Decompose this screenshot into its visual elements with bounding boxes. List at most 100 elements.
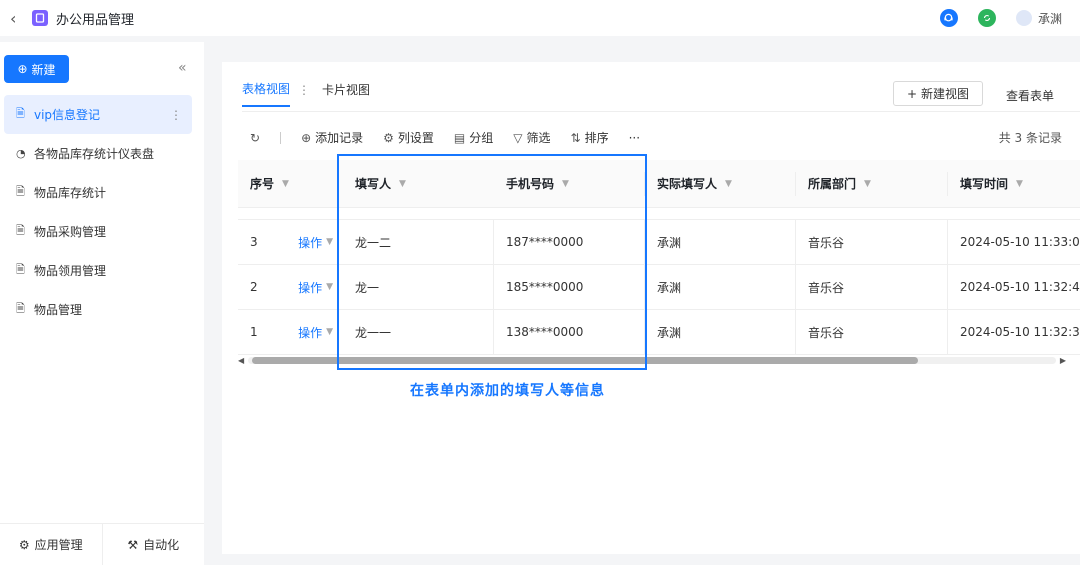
tab-table-view[interactable]: 表格视图 [242,80,291,107]
chevron-down-icon: ▼ [326,327,333,337]
sidebar-item-label: 各物品库存统计仪表盘 [34,147,155,161]
gear-icon: ⚙ [18,537,30,552]
column-header-label: 实际填写人 [657,177,718,191]
automation-label: 自动化 [143,538,180,552]
time-cell[interactable]: 2024-05-10 11:32:31 [948,310,1080,355]
seq-number: 3 [250,235,258,249]
sidebar: ⊕ 新建 « 🗎 vip信息登记 ⋮ ◔ 各物品库存统计仪表盘 🗎 物品库存统计… [0,42,204,565]
view-tabs: 表格视图 ⋮ 卡片视图 [242,80,370,107]
sidebar-item-label: 物品库存统计 [34,186,107,200]
seq-number: 2 [250,280,258,294]
divider [242,111,1080,112]
action-menu[interactable]: 操作 ▼ [298,234,333,251]
sidebar-footer: ⚙ 应用管理 ⚒ 自动化 [0,523,204,565]
action-menu[interactable]: 操作 ▼ [298,324,333,341]
refresh-icon: ↻ [250,130,261,145]
scroll-left-icon[interactable]: ◀ [238,356,248,365]
view-form-link[interactable]: 查看表单 [1006,87,1054,104]
chevron-down-icon: ▼ [1016,178,1023,189]
column-header-department[interactable]: 所属部门 ▼ [796,160,948,208]
chevron-down-icon: ▼ [326,237,333,247]
highlight-box [337,154,647,370]
column-header-time[interactable]: 填写时间 ▼ [948,160,1080,208]
column-header-actual-filler[interactable]: 实际填写人 ▼ [645,160,796,208]
sidebar-item-label: 物品领用管理 [34,264,107,278]
dashboard-icon: ◔ [16,147,26,160]
column-settings-button[interactable]: ⚙ 列设置 [383,129,434,146]
sidebar-item-label: 物品采购管理 [34,225,107,239]
divider [280,131,282,144]
sync-icon[interactable] [977,9,996,27]
sidebar-item-label: vip信息登记 [34,108,101,122]
new-button-label: 新建 [31,62,56,77]
actual-filler-cell[interactable]: 承渊 [645,219,796,265]
group-button[interactable]: ▤ 分组 [454,129,493,146]
sidebar-item-inventory[interactable]: 🗎 物品库存统计 [4,173,192,212]
tab-card-view[interactable]: 卡片视图 [322,81,370,106]
form-icon: 🗎 [16,107,25,120]
seq-cell: 2 操作 ▼ [238,265,343,310]
help-icon[interactable] [939,9,958,27]
form-icon: 🗎 [16,224,25,237]
add-record-button[interactable]: ⊕ 添加记录 [301,129,363,146]
time-cell[interactable]: 2024-05-10 11:32:47 [948,265,1080,310]
actual-filler-cell[interactable]: 承渊 [645,309,796,355]
department-cell[interactable]: 音乐谷 [796,309,948,355]
column-settings-label: 列设置 [397,131,434,145]
plus-circle-icon: ⊕ [17,62,28,76]
top-right-actions: 承渊 [939,0,1062,36]
automation-button[interactable]: ⚒ 自动化 [101,524,205,565]
back-icon[interactable]: ‹ [10,9,24,28]
new-view-label: 新建视图 [921,87,970,101]
action-label: 操作 [298,235,323,250]
sort-label: 排序 [584,131,609,145]
sidebar-item-items[interactable]: 🗎 物品管理 [4,290,192,329]
app-manage-button[interactable]: ⚙ 应用管理 [0,524,102,565]
app-manage-label: 应用管理 [34,538,83,552]
department-cell[interactable]: 音乐谷 [796,219,948,265]
more-actions-button[interactable]: ··· [629,131,640,145]
column-header-label: 所属部门 [808,177,857,191]
record-count: 共 3 条记录 [998,131,1062,145]
sidebar-item-requisition[interactable]: 🗎 物品领用管理 [4,251,192,290]
action-label: 操作 [298,325,323,340]
scroll-right-icon[interactable]: ▶ [1056,356,1066,365]
action-label: 操作 [298,280,323,295]
chevron-down-icon: ▼ [725,178,732,189]
user-menu[interactable]: 承渊 [1015,10,1062,27]
annotation-caption: 在表单内添加的填写人等信息 [410,383,605,399]
new-view-button[interactable]: + 新建视图 [893,81,983,106]
more-icon[interactable]: ⋮ [298,83,310,105]
app-title: 办公用品管理 [56,12,135,28]
chevron-down-icon: ▼ [282,178,289,189]
group-icon: ▤ [453,130,466,145]
column-header-seq[interactable]: 序号 ▼ [238,160,343,208]
time-cell[interactable]: 2024-05-10 11:33:04 [948,220,1080,265]
department-cell[interactable]: 音乐谷 [796,264,948,310]
sidebar-item-purchase[interactable]: 🗎 物品采购管理 [4,212,192,251]
user-name: 承渊 [1037,11,1062,26]
new-button[interactable]: ⊕ 新建 [4,55,69,83]
sort-button[interactable]: ⇅ 排序 [571,129,609,146]
sidebar-list: 🗎 vip信息登记 ⋮ ◔ 各物品库存统计仪表盘 🗎 物品库存统计 🗎 物品采购… [4,95,192,329]
gear-icon: ⚙ [383,130,394,145]
plus-icon: + [906,86,918,101]
filter-button[interactable]: ▽ 筛选 [513,129,550,146]
group-label: 分组 [469,131,494,145]
filter-icon: ▽ [513,130,523,145]
column-header-label: 序号 [250,177,275,191]
collapse-sidebar-icon[interactable]: « [178,60,187,76]
column-header-label: 填写时间 [960,177,1009,191]
seq-number: 1 [250,325,258,339]
action-menu[interactable]: 操作 ▼ [298,279,333,296]
refresh-button[interactable]: ↻ [250,131,260,145]
plus-circle-icon: ⊕ [301,130,312,145]
sidebar-item-vip[interactable]: 🗎 vip信息登记 ⋮ [4,95,192,134]
chevron-down-icon: ▼ [326,282,333,292]
seq-cell: 3 操作 ▼ [238,220,343,265]
actual-filler-cell[interactable]: 承渊 [645,264,796,310]
filter-label: 筛选 [526,131,551,145]
avatar [1015,10,1032,26]
sidebar-item-dashboard[interactable]: ◔ 各物品库存统计仪表盘 [4,134,192,173]
more-icon[interactable]: ⋮ [170,108,182,122]
